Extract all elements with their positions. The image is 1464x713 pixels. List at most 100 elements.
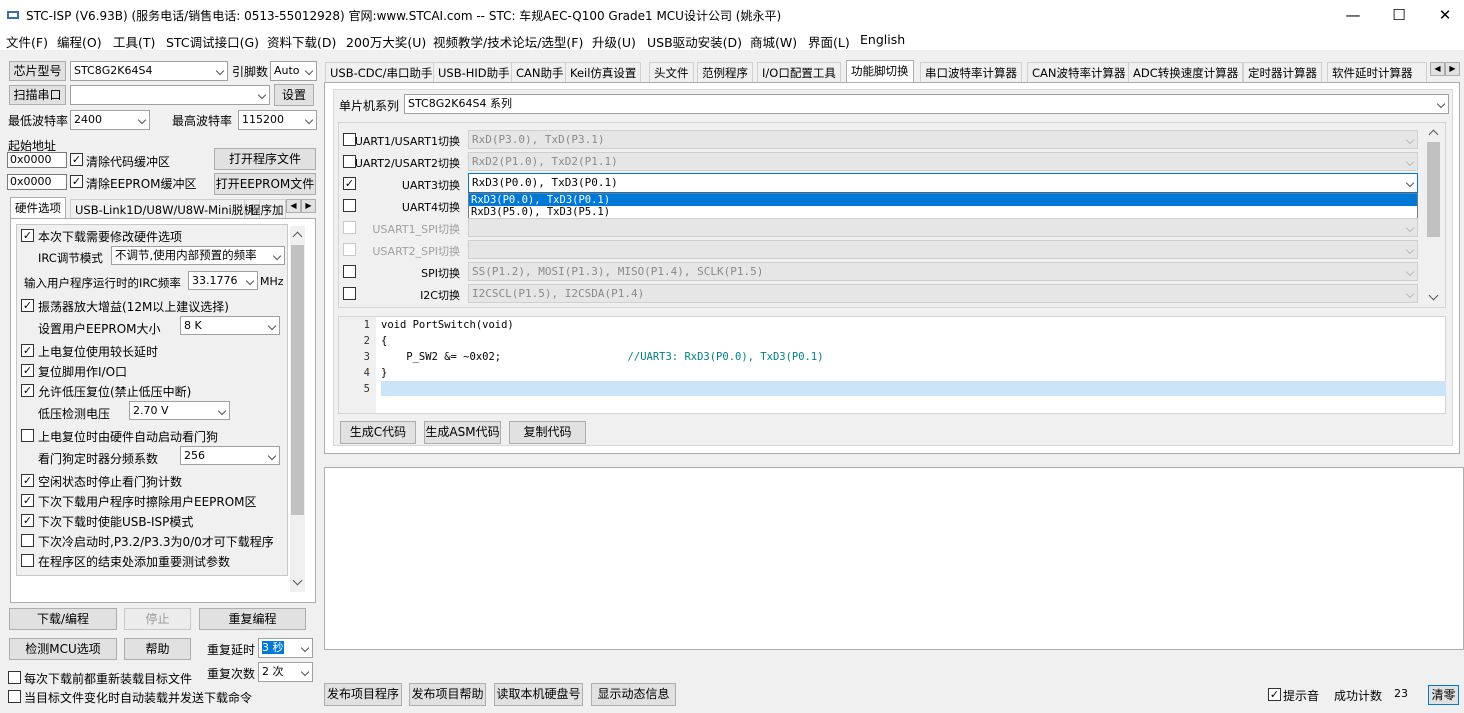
menu-download[interactable]: 资料下载(D): [267, 32, 336, 51]
hardware-options-scroll-thumb[interactable]: [291, 245, 304, 515]
menu-shop[interactable]: 商城(W): [750, 32, 797, 51]
maximize-button[interactable]: ☐: [1376, 0, 1422, 30]
osc-gain-checkbox[interactable]: ✓: [21, 299, 34, 312]
reload-each-checkbox[interactable]: [8, 671, 21, 684]
eeprom-size-select[interactable]: 8 K: [180, 316, 280, 335]
chip-model-label[interactable]: 芯片型号: [9, 61, 66, 81]
left-tab-prev-button[interactable]: ◀: [286, 199, 301, 213]
reprogram-button[interactable]: 重复编程: [199, 608, 306, 630]
usart1-spi-switch-select[interactable]: [468, 218, 1418, 237]
lvr-checkbox[interactable]: ✓: [21, 384, 34, 397]
chip-model-select[interactable]: STC8G2K64S4: [70, 61, 228, 81]
tab-usb-hid[interactable]: USB-HID助手: [433, 62, 515, 82]
tab-adc-speed-calc[interactable]: ADC转换速度计算器: [1128, 62, 1244, 82]
menu-debug[interactable]: STC调试接口(G): [166, 32, 259, 51]
uart3-switch-select[interactable]: RxD3(P0.0), TxD3(P0.1): [468, 173, 1418, 193]
tab-can-baud-calc[interactable]: CAN波特率计算器: [1027, 62, 1131, 82]
uart2-switch-select[interactable]: RxD2(P1.0), TxD2(P1.1): [468, 152, 1418, 171]
tab-examples[interactable]: 范例程序: [697, 62, 753, 82]
clear-code-checkbox[interactable]: ✓: [70, 153, 83, 166]
tab-next-button[interactable]: ▶: [1445, 62, 1460, 76]
uart3-option-p5[interactable]: RxD3(P5.0), TxD3(P5.1): [469, 206, 1417, 218]
pin-switch-scroll-thumb[interactable]: [1427, 142, 1440, 237]
clear-eeprom-checkbox[interactable]: ✓: [70, 175, 83, 188]
minimize-button[interactable]: —: [1330, 0, 1376, 30]
irc-mode-label: IRC调节模式: [38, 251, 103, 265]
stop-button[interactable]: 停止: [124, 608, 191, 630]
output-log-area[interactable]: [324, 467, 1464, 650]
tab-timer-calc[interactable]: 定时器计算器: [1243, 62, 1322, 82]
tab-usb-link[interactable]: USB-Link1D/U8W/U8W-Mini脱机: [70, 199, 260, 218]
usb-isp-checkbox[interactable]: ✓: [21, 514, 34, 527]
show-dynamic-info-button[interactable]: 显示动态信息: [591, 683, 676, 706]
modify-hw-checkbox[interactable]: ✓: [21, 229, 34, 242]
irc-freq-label: 输入用户程序运行时的IRC频率: [24, 276, 181, 290]
uart3-dropdown-list: RxD3(P0.0), TxD3(P0.1) RxD3(P5.0), TxD3(…: [468, 193, 1418, 219]
beep-checkbox[interactable]: ✓: [1268, 688, 1281, 701]
publish-help-button[interactable]: 发布项目帮助: [409, 683, 486, 706]
erase-eeprom-checkbox[interactable]: ✓: [21, 494, 34, 507]
tab-keil-sim[interactable]: Keil仿真设置: [565, 62, 642, 82]
menu-tools[interactable]: 工具(T): [113, 32, 155, 51]
download-program-button[interactable]: 下载/编程: [9, 608, 117, 630]
irc-mode-select[interactable]: 不调节,使用内部预置的频率: [111, 246, 285, 265]
open-program-button[interactable]: 打开程序文件: [214, 148, 316, 170]
uart1-switch-select[interactable]: RxD(P3.0), TxD(P3.1): [468, 130, 1418, 149]
menu-file[interactable]: 文件(F): [6, 32, 48, 51]
p32p33-checkbox[interactable]: [21, 534, 34, 547]
generate-c-button[interactable]: 生成C代码: [340, 421, 416, 444]
idle-wdt-checkbox[interactable]: ✓: [21, 474, 34, 487]
settings-button[interactable]: 设置: [274, 84, 314, 106]
i2c-switch-select[interactable]: I2CSCL(P1.5), I2CSDA(P1.4): [468, 284, 1418, 303]
series-label: 单片机系列: [339, 99, 400, 113]
start-addr-input-2[interactable]: 0x0000: [7, 174, 67, 190]
tab-hardware-options[interactable]: 硬件选项: [10, 197, 66, 219]
generate-asm-button[interactable]: 生成ASM代码: [424, 421, 501, 444]
por-delay-checkbox[interactable]: ✓: [21, 344, 34, 357]
lvd-select[interactable]: 2.70 V: [129, 401, 230, 420]
usart2-spi-switch-select[interactable]: [468, 240, 1418, 259]
repeat-count-select[interactable]: 2 次: [258, 662, 313, 682]
tab-program-add[interactable]: 程序加: [244, 199, 286, 218]
repeat-delay-select[interactable]: 3 秒: [258, 638, 313, 658]
max-baud-select[interactable]: 115200: [238, 110, 317, 130]
pins-select[interactable]: Auto: [270, 61, 317, 81]
help-button[interactable]: 帮助: [124, 638, 191, 660]
tab-uart-baud-calc[interactable]: 串口波特率计算器: [920, 62, 1022, 82]
spi-switch-select[interactable]: SS(P1.2), MOSI(P1.3), MISO(P1.4), SCLK(P…: [468, 262, 1418, 281]
tab-header-files[interactable]: 头文件: [649, 62, 694, 82]
add-test-checkbox[interactable]: [21, 554, 34, 567]
open-eeprom-button[interactable]: 打开EEPROM文件: [214, 173, 316, 195]
menu-prize[interactable]: 200万大奖(U): [346, 32, 426, 51]
tab-io-config[interactable]: I/O口配置工具: [757, 62, 841, 82]
menu-usb-driver[interactable]: USB驱动安装(D): [647, 32, 742, 51]
tab-pin-switch[interactable]: 功能脚切换: [846, 60, 914, 83]
reset-io-checkbox[interactable]: ✓: [21, 364, 34, 377]
menu-video[interactable]: 视频教学/技术论坛/选型(F): [433, 32, 583, 51]
tab-prev-button[interactable]: ◀: [1430, 62, 1445, 76]
min-baud-select[interactable]: 2400: [70, 110, 150, 130]
port-select[interactable]: [70, 85, 270, 105]
close-button[interactable]: ✕: [1422, 0, 1464, 30]
wdt-div-select[interactable]: 256: [180, 446, 280, 465]
tab-can-helper[interactable]: CAN助手: [511, 62, 569, 82]
series-select[interactable]: STC8G2K64S4 系列: [404, 94, 1449, 114]
copy-code-button[interactable]: 复制代码: [509, 421, 586, 444]
clear-count-button[interactable]: 清零: [1428, 685, 1459, 705]
menu-program[interactable]: 编程(O): [57, 32, 102, 51]
detect-mcu-button[interactable]: 检测MCU选项: [9, 638, 117, 660]
scan-port-button[interactable]: 扫描串口: [9, 85, 66, 105]
irc-freq-select[interactable]: 33.1776: [188, 271, 258, 290]
menu-upgrade[interactable]: 升级(U): [592, 32, 636, 51]
read-disk-id-button[interactable]: 读取本机硬盘号: [494, 683, 583, 706]
menu-interface[interactable]: 界面(L): [808, 32, 850, 51]
uart3-option-p0[interactable]: RxD3(P0.0), TxD3(P0.1): [469, 194, 1417, 206]
left-tab-next-button[interactable]: ▶: [301, 199, 316, 213]
publish-program-button[interactable]: 发布项目程序: [324, 683, 402, 706]
menu-english[interactable]: English: [860, 32, 905, 47]
tab-usb-cdc[interactable]: USB-CDC/串口助手: [325, 62, 438, 82]
start-addr-input-1[interactable]: 0x0000: [7, 152, 67, 168]
auto-send-checkbox[interactable]: [8, 690, 21, 703]
wdt-auto-checkbox[interactable]: [21, 429, 34, 442]
tab-delay-calc[interactable]: 软件延时计算器: [1327, 62, 1427, 82]
